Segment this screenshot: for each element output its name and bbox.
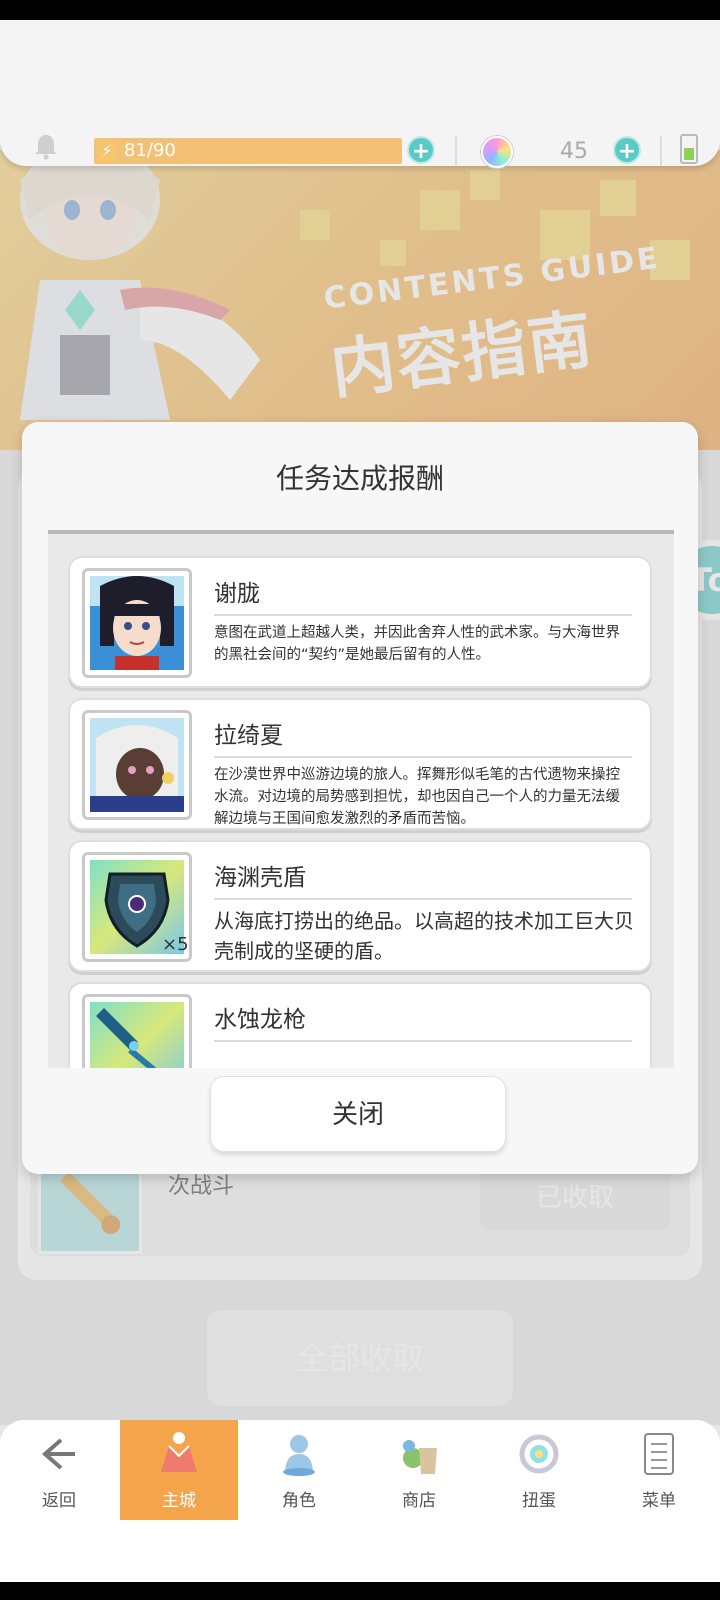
portrait-la-qi-xia xyxy=(90,718,184,812)
reward-item[interactable]: 水蚀龙枪 xyxy=(68,982,652,1068)
divider xyxy=(214,756,632,758)
reward-name: 拉绮夏 xyxy=(214,723,283,749)
spear-icon xyxy=(90,1002,184,1068)
status-header: ⚡ 81/90 + 45 + xyxy=(0,20,720,168)
nav-label: 菜单 xyxy=(642,1491,676,1511)
divider xyxy=(455,136,457,166)
reward-description: 从海底打捞出的绝品。以高超的技术加工巨大贝壳制成的坚硬的盾。 xyxy=(214,909,634,963)
divider xyxy=(214,898,632,900)
reward-thumb-frame xyxy=(82,710,192,820)
system-nav-strip xyxy=(0,1582,720,1600)
shop-icon xyxy=(403,1440,437,1474)
nav-menu[interactable]: 菜单 xyxy=(600,1420,718,1520)
nav-gacha[interactable]: 扭蛋 xyxy=(480,1420,598,1520)
divider xyxy=(214,614,632,616)
gacha-icon xyxy=(519,1434,559,1474)
nav-main-city[interactable]: 主城 xyxy=(120,1420,238,1520)
reward-list[interactable]: 谢胧 意图在武道上超越人类，并因此舍弃人性的武术家。与大海世界的黑社会间的“契约… xyxy=(48,530,674,1068)
energy-value: 81/90 xyxy=(124,140,176,161)
nav-label: 扭蛋 xyxy=(522,1491,556,1511)
reward-thumb-frame xyxy=(82,994,192,1068)
nav-back[interactable]: 返回 xyxy=(0,1420,118,1520)
menu-icon xyxy=(644,1433,674,1475)
character-icon xyxy=(283,1435,315,1476)
gem-icon xyxy=(481,136,513,168)
reward-description: 意图在武道上超越人类，并因此舍弃人性的武术家。与大海世界的黑社会间的“契约”是她… xyxy=(214,625,620,663)
dialog-title: 任务达成报酬 xyxy=(275,462,444,495)
nav-label: 返回 xyxy=(42,1491,76,1511)
gem-count: 45 xyxy=(560,139,588,164)
nav-label: 商店 xyxy=(402,1491,436,1511)
reward-thumb-frame xyxy=(82,568,192,678)
back-arrow-icon xyxy=(41,1438,75,1470)
nav-label: 角色 xyxy=(282,1491,316,1511)
reward-name: 谢胧 xyxy=(214,581,260,607)
nav-bottom-padding xyxy=(0,1520,720,1582)
nav-character[interactable]: 角色 xyxy=(240,1420,358,1520)
reward-quantity: ×5 xyxy=(162,934,189,955)
nav-label: 主城 xyxy=(162,1491,196,1511)
castle-icon xyxy=(161,1432,197,1472)
add-energy-button[interactable]: + xyxy=(407,136,435,164)
reward-dialog: 任务达成报酬 谢胧 意图在武道上超越人类，并因此舍弃人性的武术家。与大海世界的黑… xyxy=(22,422,698,1174)
reward-item[interactable]: 谢胧 意图在武道上超越人类，并因此舍弃人性的武术家。与大海世界的黑社会间的“契约… xyxy=(68,556,652,688)
bell-icon[interactable] xyxy=(32,132,60,160)
close-button[interactable]: 关闭 xyxy=(210,1076,506,1152)
divider xyxy=(660,136,662,166)
add-gem-button[interactable]: + xyxy=(613,136,641,164)
system-status-strip xyxy=(0,0,720,20)
reward-item[interactable]: 拉绮夏 在沙漠世界中巡游边境的旅人。挥舞形似毛笔的古代遗物来操控水流。对边境的局… xyxy=(68,698,652,830)
nav-shop[interactable]: 商店 xyxy=(360,1420,478,1520)
battery-icon xyxy=(680,134,698,164)
reward-name: 海渊壳盾 xyxy=(214,865,306,891)
reward-description: 在沙漠世界中巡游边境的旅人。挥舞形似毛笔的古代遗物来操控水流。对边境的局势感到担… xyxy=(214,767,620,827)
energy-icon: ⚡ xyxy=(97,140,117,162)
bottom-nav: 返回 主城 角色 商店 扭蛋 菜单 xyxy=(0,1420,720,1520)
divider xyxy=(214,1040,632,1042)
reward-item[interactable]: ×5 海渊壳盾 从海底打捞出的绝品。以高超的技术加工巨大贝壳制成的坚硬的盾。 xyxy=(68,840,652,972)
portrait-xie-long xyxy=(90,576,184,670)
reward-name: 水蚀龙枪 xyxy=(214,1007,306,1033)
